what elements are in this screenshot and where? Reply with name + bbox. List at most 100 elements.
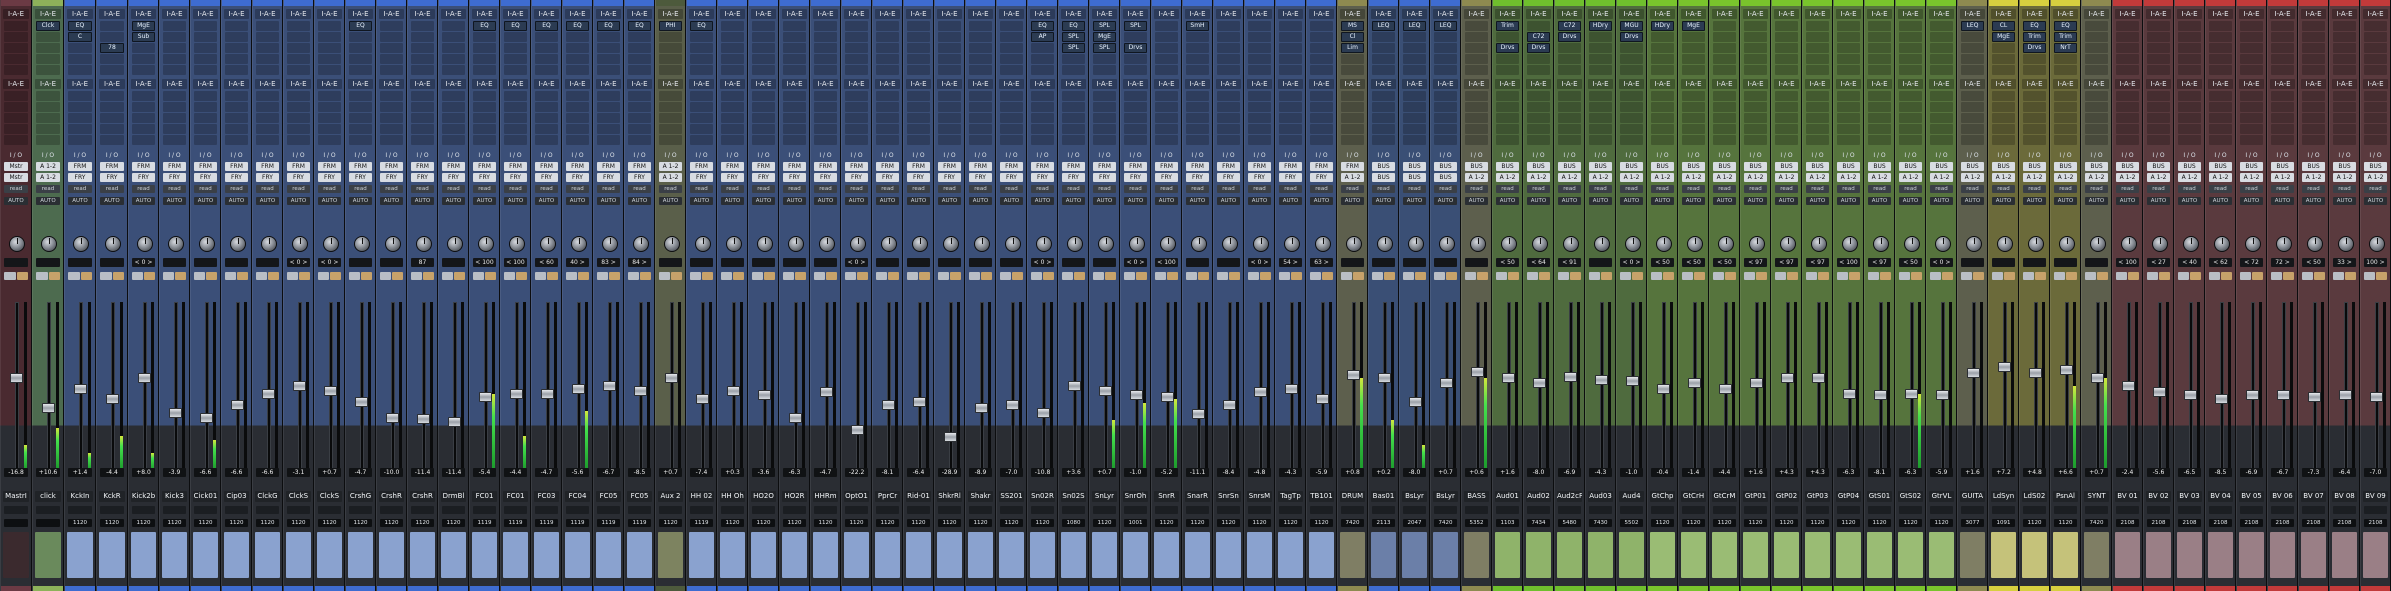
volume-fader[interactable]	[2029, 368, 2042, 378]
insert-slot-empty[interactable]	[2333, 43, 2356, 53]
automation-selector[interactable]: AUTO	[1279, 197, 1302, 205]
send-slot-empty[interactable]	[1992, 135, 2015, 145]
send-slot-empty[interactable]	[876, 102, 899, 112]
send-slot-empty[interactable]	[2333, 135, 2356, 145]
insert-slot[interactable]: Sub	[132, 32, 155, 42]
send-slot-empty[interactable]	[380, 102, 403, 112]
comments-field[interactable]	[906, 532, 931, 578]
send-slot-empty[interactable]	[1341, 91, 1364, 101]
track-color-bar[interactable]	[1183, 0, 1212, 6]
send-slot-empty[interactable]	[752, 124, 775, 134]
send-slot-empty[interactable]	[1372, 124, 1395, 134]
send-slot-empty[interactable]	[2147, 91, 2170, 101]
track-name[interactable]: Shakr	[968, 491, 993, 502]
mute-button[interactable]	[1539, 272, 1550, 280]
solo-button[interactable]	[969, 272, 980, 280]
automation-selector[interactable]: AUTO	[100, 197, 124, 205]
automation-selector[interactable]: AUTO	[690, 197, 713, 205]
insert-slot-empty[interactable]	[1310, 21, 1333, 31]
comments-field[interactable]	[131, 532, 156, 578]
send-slot-empty[interactable]	[1899, 124, 1922, 134]
insert-slot-empty[interactable]	[1062, 54, 1085, 64]
automation-selector[interactable]: AUTO	[225, 197, 248, 205]
comments-field[interactable]	[2301, 532, 2326, 578]
insert-slot-empty[interactable]	[225, 65, 248, 75]
insert-slot-empty[interactable]	[1558, 43, 1581, 53]
insert-slot-empty[interactable]	[411, 21, 434, 31]
track-name[interactable]: Kick3	[162, 491, 187, 502]
output-selector[interactable]: BUS	[1372, 173, 1395, 182]
volume-fader[interactable]	[1254, 387, 1267, 397]
send-slot-empty[interactable]	[163, 124, 186, 134]
solo-button[interactable]	[1403, 272, 1414, 280]
insert-slot-empty[interactable]	[1775, 43, 1798, 53]
pan-knob[interactable]	[137, 236, 153, 252]
automation-selector[interactable]: AUTO	[907, 197, 930, 205]
send-slot-empty[interactable]	[2023, 102, 2046, 112]
comments-field[interactable]	[875, 532, 900, 578]
automation-mode-read[interactable]: read	[1651, 185, 1674, 193]
automation-selector[interactable]: AUTO	[1527, 197, 1550, 205]
automation-selector[interactable]: AUTO	[2116, 197, 2139, 205]
mute-button[interactable]	[2004, 272, 2015, 280]
insert-slot[interactable]: Drvs	[1124, 43, 1147, 53]
automation-selector[interactable]: AUTO	[1372, 197, 1395, 205]
track-color-bar[interactable]	[1338, 0, 1367, 6]
volume-fader[interactable]	[2184, 390, 2197, 400]
input-selector[interactable]: BUS	[1372, 162, 1395, 171]
send-slot-empty[interactable]	[1589, 102, 1612, 112]
volume-fader[interactable]	[572, 384, 585, 394]
input-selector[interactable]: Mstr	[4, 162, 28, 171]
send-slot-empty[interactable]	[1620, 113, 1643, 123]
volume-fader[interactable]	[324, 386, 337, 396]
insert-slot-empty[interactable]	[1031, 43, 1054, 53]
output-selector[interactable]: A 1-2	[2302, 173, 2325, 182]
insert-slot-empty[interactable]	[2364, 21, 2387, 31]
pan-knob[interactable]	[1067, 236, 1083, 252]
send-slot-empty[interactable]	[2085, 113, 2108, 123]
volume-fader[interactable]	[2215, 394, 2228, 404]
output-selector[interactable]: FRY	[938, 173, 961, 182]
pan-knob[interactable]	[912, 236, 928, 252]
insert-slot-empty[interactable]	[2364, 54, 2387, 64]
pan-knob[interactable]	[323, 236, 339, 252]
input-selector[interactable]: BUS	[1899, 162, 1922, 171]
insert-slot-empty[interactable]	[163, 21, 186, 31]
send-slot-empty[interactable]	[1558, 135, 1581, 145]
volume-fader[interactable]	[448, 417, 461, 427]
insert-slot-empty[interactable]	[2209, 65, 2232, 75]
insert-slot-empty[interactable]	[969, 54, 992, 64]
volume-fader[interactable]	[2246, 390, 2259, 400]
comments-field[interactable]	[813, 532, 838, 578]
insert-slot-empty[interactable]	[2302, 32, 2325, 42]
send-slot-empty[interactable]	[1682, 102, 1705, 112]
send-slot-empty[interactable]	[194, 113, 217, 123]
send-slot-empty[interactable]	[2333, 124, 2356, 134]
automation-mode-read[interactable]: read	[225, 185, 248, 193]
solo-button[interactable]	[2023, 272, 2034, 280]
send-slot-empty[interactable]	[504, 102, 527, 112]
send-slot-empty[interactable]	[2302, 124, 2325, 134]
track-color-bar[interactable]	[1276, 0, 1305, 6]
send-slot-empty[interactable]	[1899, 91, 1922, 101]
output-selector[interactable]: A 1-2	[2116, 173, 2139, 182]
send-slot-empty[interactable]	[1775, 113, 1798, 123]
send-slot-empty[interactable]	[1713, 102, 1736, 112]
track-name[interactable]: Aud02	[1526, 491, 1551, 502]
send-slot-empty[interactable]	[814, 102, 837, 112]
send-slot-empty[interactable]	[163, 135, 186, 145]
mute-button[interactable]	[547, 272, 558, 280]
send-slot-empty[interactable]	[2333, 102, 2356, 112]
track-color-bar[interactable]	[532, 0, 561, 6]
volume-fader[interactable]	[2370, 392, 2383, 402]
output-selector[interactable]: FRY	[1062, 173, 1085, 182]
send-slot-empty[interactable]	[938, 91, 961, 101]
solo-button[interactable]	[2147, 272, 2158, 280]
track-color-bar[interactable]	[873, 0, 902, 6]
send-slot-empty[interactable]	[442, 102, 465, 112]
insert-slot-empty[interactable]	[380, 54, 403, 64]
comments-field[interactable]	[1681, 532, 1706, 578]
track-color-bar[interactable]	[253, 0, 282, 6]
send-slot-empty[interactable]	[938, 113, 961, 123]
insert-slot-empty[interactable]	[1248, 21, 1271, 31]
